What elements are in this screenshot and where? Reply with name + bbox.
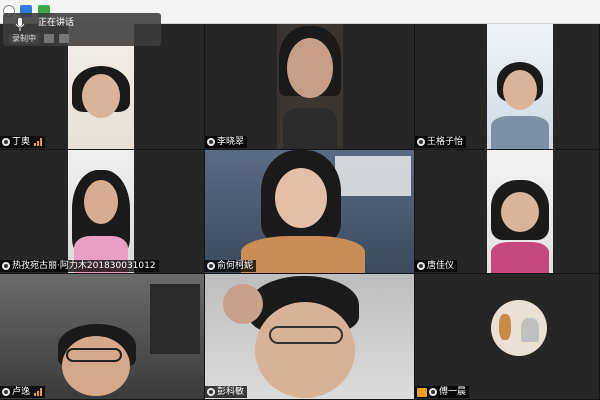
recording-label: 录制中 [9,33,39,44]
participant-name: 丁奥 [12,137,31,147]
video-feed [487,24,553,149]
participant-tile[interactable]: 俞何柯妮 [205,150,415,274]
participant-nametag: 李晓翠 [205,136,248,148]
participant-name: 唐佳仪 [427,261,455,271]
participant-name: 李晓翠 [217,137,245,147]
participant-name: 王格子怡 [427,137,464,147]
participant-nametag: 彭科敏 [205,386,248,398]
participant-nametag: 傅一晨 [415,386,470,398]
avatar [491,300,547,356]
participant-nametag: 王格子怡 [415,136,467,148]
video-feed [0,274,204,399]
participant-name: 俞何柯妮 [217,261,254,271]
host-icon [417,138,425,146]
participant-name: 卢逸 [12,387,31,397]
video-feed [68,150,134,273]
participant-nametag: 丁奥 [0,136,46,148]
video-feed [487,150,553,273]
host-icon [2,138,10,146]
meeting-window: 正在讲话 录制中 丁奥 李晓翠 王格子怡 热孜宛古丽·阿力木2018300310… [0,0,600,400]
participant-tile[interactable]: 唐佳仪 [415,150,600,274]
host-icon [2,262,10,270]
host-icon [207,262,215,270]
signal-icon [34,138,43,146]
participant-name: 傅一晨 [439,387,467,397]
speaking-indicator: 正在讲话 录制中 [3,13,161,46]
microphone-icon [15,18,25,31]
video-feed [205,150,414,273]
signal-icon [34,388,43,396]
stop-button[interactable] [59,34,69,43]
participant-tile[interactable]: 王格子怡 [415,24,600,150]
participant-tile[interactable]: 彭科敏 [205,274,415,400]
pause-button[interactable] [44,34,54,43]
participant-nametag: 唐佳仪 [415,260,458,272]
participant-name: 热孜宛古丽·阿力木201830031012 [12,261,156,271]
host-icon [207,388,215,396]
participant-nametag: 卢逸 [0,386,46,398]
host-icon [417,262,425,270]
host-icon [2,388,10,396]
host-icon [207,138,215,146]
mic-muted-icon [417,387,427,397]
participant-tile[interactable]: 李晓翠 [205,24,415,150]
participant-tile[interactable]: 卢逸 [0,274,205,400]
recording-controls: 录制中 [9,33,69,44]
participant-nametag: 俞何柯妮 [205,260,257,272]
video-feed [205,274,414,399]
speaking-label: 正在讲话 [38,18,75,28]
participant-name: 彭科敏 [217,387,245,397]
participant-nametag: 热孜宛古丽·阿力木201830031012 [0,260,159,272]
participant-tile[interactable]: 热孜宛古丽·阿力木201830031012 [0,150,205,274]
host-icon [429,388,437,396]
video-feed [277,24,343,149]
